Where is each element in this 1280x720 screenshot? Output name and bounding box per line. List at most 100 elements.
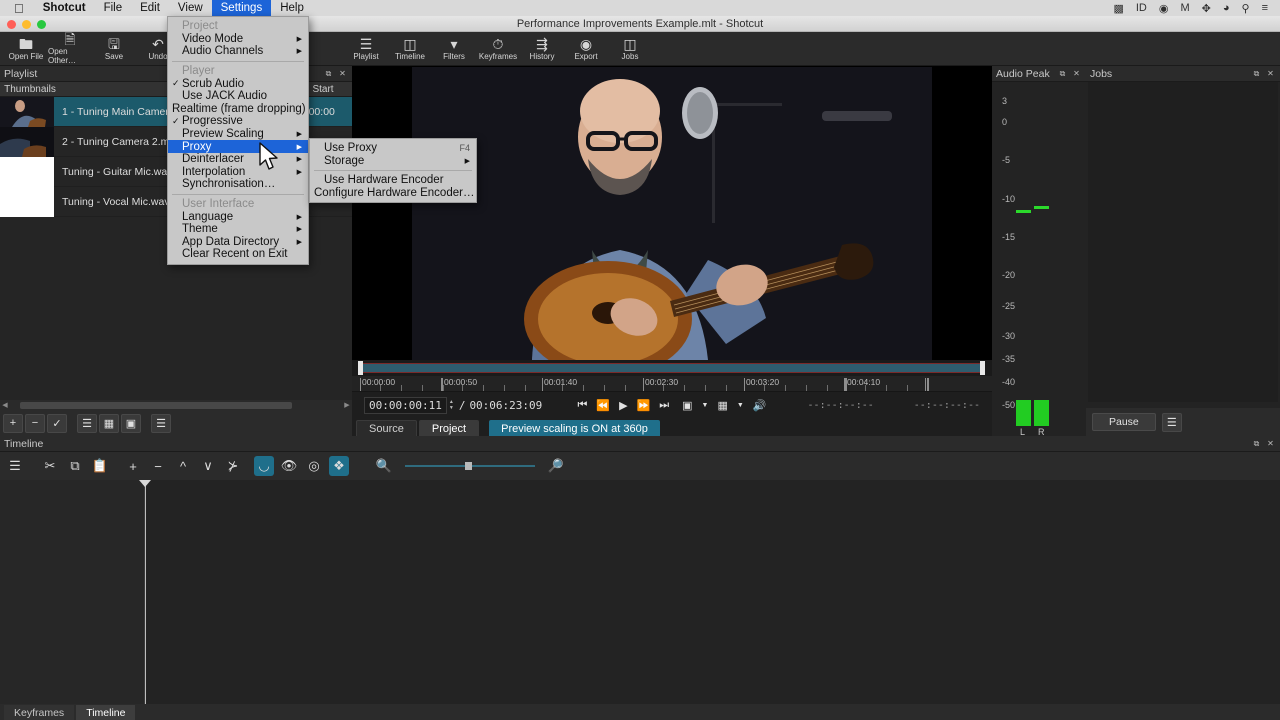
skip-previous-icon[interactable]: ⏮ — [577, 399, 587, 412]
menu-item-use-jack-audio[interactable]: Use JACK Audio — [168, 90, 308, 103]
playhead-marker-icon[interactable] — [139, 480, 151, 487]
proxy-submenu[interactable]: Use Proxy F4 Storage ▶ Use Hardware Enco… — [309, 138, 477, 203]
menu-shotcut[interactable]: Shotcut — [34, 0, 95, 16]
set-out-icon[interactable]: ▣ — [682, 399, 692, 412]
wifi-icon[interactable]: ◕ — [1217, 2, 1236, 14]
menu-item-proxy[interactable]: Proxy ▶ — [168, 140, 308, 153]
jobs-list[interactable] — [1088, 82, 1278, 402]
menu-item-video-mode[interactable]: Video Mode ▶ — [168, 33, 308, 46]
seek-out-handle[interactable] — [980, 361, 985, 375]
bluetooth-icon[interactable]: ✥ — [1196, 2, 1217, 15]
volume-icon[interactable]: 🔊 — [753, 399, 767, 412]
toolbar-keyframes[interactable]: ⏱ Keyframes — [476, 33, 520, 65]
ripple-all-tracks-icon[interactable]: ❖ — [329, 456, 349, 476]
seek-in-handle[interactable] — [358, 361, 363, 375]
menu-view[interactable]: View — [169, 0, 212, 16]
float-icon[interactable]: ⧉ — [323, 68, 334, 79]
window-controls[interactable] — [7, 20, 46, 29]
menu-item-use-proxy[interactable]: Use Proxy F4 — [310, 142, 476, 155]
snap-magnet-icon[interactable]: ◡ — [254, 456, 274, 476]
timecode-stepper[interactable]: ▲▼ — [449, 400, 454, 411]
scroll-right-icon[interactable]: ▶ — [342, 401, 352, 409]
update-icon[interactable]: ✓ — [47, 414, 67, 433]
toolbar-timeline[interactable]: ◫ Timeline — [388, 33, 432, 65]
split-icon[interactable]: ⊁ — [223, 456, 243, 476]
settings-menu[interactable]: Project Video Mode ▶ Audio Channels ▶ Pl… — [167, 16, 309, 265]
scrollbar-thumb[interactable] — [20, 402, 292, 409]
menu-file[interactable]: File — [95, 0, 132, 16]
menu-help[interactable]: Help — [271, 0, 313, 16]
skip-next-icon[interactable]: ⏭ — [659, 399, 669, 412]
close-icon[interactable]: ✕ — [337, 68, 348, 79]
menu-edit[interactable]: Edit — [131, 0, 169, 16]
float-icon[interactable]: ⧉ — [1251, 438, 1262, 449]
float-icon[interactable]: ⧉ — [1057, 68, 1068, 79]
toolbar-playlist[interactable]: ☰ Playlist — [344, 33, 388, 65]
play-icon[interactable]: ▶ — [619, 399, 627, 412]
dropdown-icon[interactable]: ▼ — [702, 402, 709, 409]
toolbar-save[interactable]: 🖫 Save — [92, 33, 136, 65]
menu-item-configure-hardware-encoder[interactable]: Configure Hardware Encoder… — [310, 187, 476, 200]
toolbar-open-other[interactable]: 🗎 Open Other… — [48, 33, 92, 65]
grid-dropdown-icon[interactable]: ▼ — [737, 402, 744, 409]
close-window-button[interactable] — [7, 20, 16, 29]
screen-record-icon[interactable]: ▩ — [1107, 2, 1129, 15]
toolbar-jobs[interactable]: ◫ Jobs — [608, 33, 652, 65]
id-icon[interactable]: ID — [1130, 2, 1153, 14]
video-preview[interactable] — [352, 66, 992, 360]
remove-icon[interactable]: − — [25, 414, 45, 433]
playlist-horizontal-scrollbar[interactable]: ◀ ▶ — [0, 400, 352, 410]
toolbar-filters[interactable]: ▾ Filters — [432, 33, 476, 65]
timeline-menu-icon[interactable]: ☰ — [5, 456, 25, 476]
tab-timeline[interactable]: Timeline — [76, 705, 135, 720]
menu-item-audio-channels[interactable]: Audio Channels ▶ — [168, 45, 308, 58]
seek-bar[interactable] — [352, 360, 992, 376]
timeline-track-headers[interactable] — [0, 480, 145, 704]
mail-icon[interactable]: M — [1174, 2, 1195, 14]
ripple-delete-icon[interactable]: − — [148, 456, 168, 476]
toolbar-open-file[interactable]: 🖿 Open File — [4, 33, 48, 65]
fast-forward-icon[interactable]: ⏩ — [637, 399, 651, 412]
close-icon[interactable]: ✕ — [1071, 68, 1082, 79]
apple-icon[interactable]:  — [14, 2, 24, 15]
menu-item-app-data-directory[interactable]: App Data Directory ▶ — [168, 236, 308, 249]
append-icon[interactable]: + — [123, 456, 143, 476]
scrub-while-dragging-icon[interactable]: 👁 — [279, 456, 299, 476]
toolbar-export[interactable]: ◉ Export — [564, 33, 608, 65]
timeline-tracks-area[interactable] — [0, 480, 1280, 704]
grid-icon[interactable]: ▦ — [717, 399, 727, 412]
menu-item-theme[interactable]: Theme ▶ — [168, 223, 308, 236]
close-icon[interactable]: ✕ — [1265, 438, 1276, 449]
menu-settings[interactable]: Settings — [212, 0, 272, 16]
menu-item-language[interactable]: Language ▶ — [168, 210, 308, 223]
view-details-icon[interactable]: ☰ — [77, 414, 97, 433]
seek-track[interactable] — [360, 363, 984, 373]
time-ruler[interactable]: 00:00:00 — [352, 376, 992, 392]
search-icon[interactable]: ⚲ — [1236, 2, 1256, 15]
peak-meter-area[interactable]: 3 0 -5 -10 -15 -20 -25 -30 -35 -40 -50 L… — [992, 82, 1086, 436]
copy-icon[interactable]: ⧉ — [65, 456, 85, 476]
maximize-window-button[interactable] — [37, 20, 46, 29]
minimize-window-button[interactable] — [22, 20, 31, 29]
zoom-in-icon[interactable]: 🔎 — [546, 456, 566, 476]
menu-item-scrub-audio[interactable]: ✓ Scrub Audio — [168, 77, 308, 90]
zoom-slider-knob[interactable] — [465, 462, 472, 470]
cut-icon[interactable]: ✂ — [40, 456, 60, 476]
zoom-slider[interactable] — [405, 465, 535, 467]
scroll-left-icon[interactable]: ◀ — [0, 401, 10, 409]
menu-item-clear-recent-on-exit[interactable]: Clear Recent on Exit — [168, 248, 308, 261]
menu-item-storage[interactable]: Storage ▶ — [310, 155, 476, 168]
view-tiles-icon[interactable]: ▦ — [99, 414, 119, 433]
view-icons-icon[interactable]: ▣ — [121, 414, 141, 433]
menu-item-preview-scaling[interactable]: Preview Scaling ▶ — [168, 128, 308, 141]
lift-icon[interactable]: ^ — [173, 456, 193, 476]
jobs-menu-icon[interactable]: ☰ — [1162, 413, 1182, 432]
ripple-icon[interactable]: ◎ — [304, 456, 324, 476]
menu-item-deinterlacer[interactable]: Deinterlacer ▶ — [168, 153, 308, 166]
rewind-icon[interactable]: ⏪ — [596, 399, 610, 412]
add-icon[interactable]: + — [3, 414, 23, 433]
current-timecode[interactable]: 00:00:00:11 — [364, 397, 447, 414]
zoom-out-icon[interactable]: 🔍 — [374, 456, 394, 476]
menu-item-use-hardware-encoder[interactable]: Use Hardware Encoder — [310, 174, 476, 187]
float-icon[interactable]: ⧉ — [1251, 68, 1262, 79]
